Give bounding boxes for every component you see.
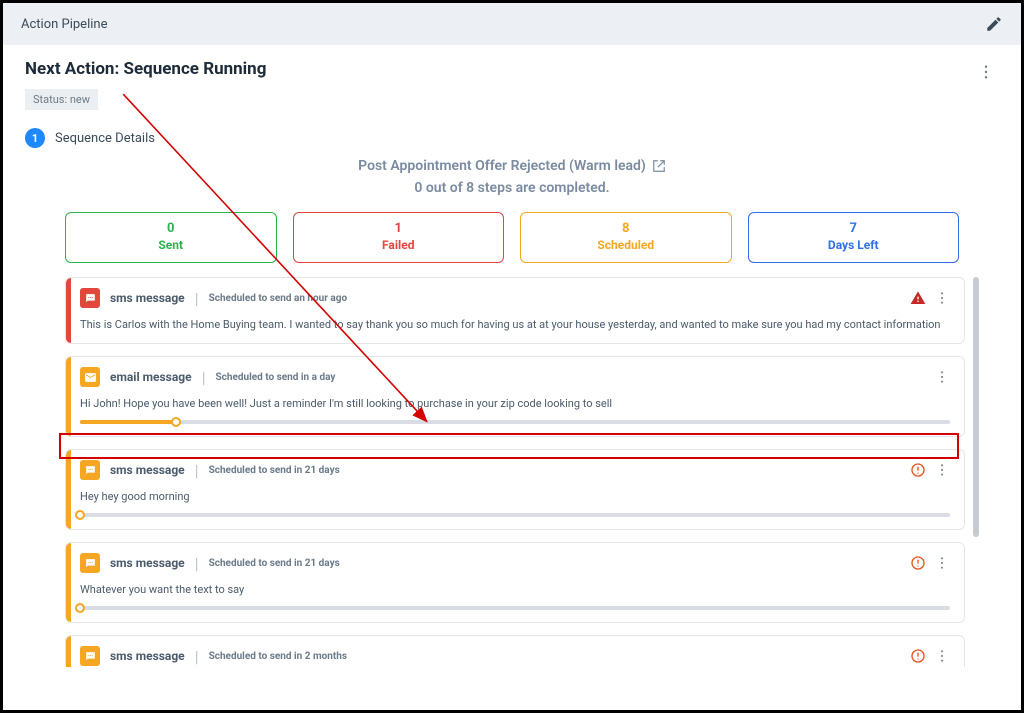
step-actions: [910, 290, 950, 306]
stat-scheduled: 8 Scheduled: [520, 212, 732, 263]
step-type-label: sms message: [110, 649, 185, 663]
step-header: sms message | Scheduled to send in 21 days: [80, 460, 950, 480]
stat-row: 0 Sent 1 Failed 8 Scheduled 7 Days Left: [65, 212, 959, 263]
sequence-subtitle: 0 out of 8 steps are completed.: [25, 180, 999, 196]
progress-knob: [75, 603, 85, 613]
step-type-label: sms message: [110, 463, 185, 477]
step-card[interactable]: email message | Scheduled to send in a day…: [65, 356, 965, 437]
step-actions: [910, 648, 950, 664]
step-schedule-label: Scheduled to send in 2 months: [209, 651, 347, 662]
stat-failed: 1 Failed: [293, 212, 505, 263]
more-icon[interactable]: [977, 63, 995, 81]
step-card[interactable]: sms message | Scheduled to send in 21 days…: [65, 542, 965, 623]
stat-label: Failed: [294, 238, 504, 252]
sms-icon: [80, 460, 100, 480]
step-card[interactable]: sms message | Scheduled to send in 21 days…: [65, 449, 965, 530]
accent-bar: [66, 357, 71, 436]
step-card[interactable]: sms message | Scheduled to send an hour ag…: [65, 277, 965, 344]
step-schedule-label: Scheduled to send in a day: [216, 372, 336, 383]
accent-bar: [66, 450, 71, 529]
step-body-text: Whatever you want the text to say: [80, 583, 950, 596]
step-actions: [910, 462, 950, 478]
status-chip: Status: new: [25, 89, 98, 110]
divider: |: [195, 647, 199, 666]
accent-bar: [66, 278, 71, 343]
more-icon[interactable]: [934, 369, 950, 385]
sms-icon: [80, 553, 100, 573]
sms-icon: [80, 646, 100, 666]
warning-circle-icon: [910, 648, 926, 664]
accent-bar: [66, 543, 71, 622]
divider: |: [202, 368, 206, 387]
accent-bar: [66, 636, 71, 667]
step-number-badge: 1: [25, 128, 45, 148]
warning-circle-icon: [910, 555, 926, 571]
more-icon[interactable]: [934, 462, 950, 478]
step-header: sms message | Scheduled to send in 21 days: [80, 553, 950, 573]
step-body-text: Hey hey good morning: [80, 490, 950, 503]
section-header: 1 Sequence Details: [25, 128, 999, 148]
divider: |: [195, 554, 199, 573]
stat-value: 1: [294, 221, 504, 236]
step-actions: [934, 369, 950, 385]
more-icon[interactable]: [934, 555, 950, 571]
step-body-text: This is Carlos with the Home Buying team…: [80, 318, 950, 331]
sequence-title: Post Appointment Offer Rejected (Warm le…: [358, 158, 646, 174]
progress-bar: [80, 513, 950, 517]
stat-label: Scheduled: [521, 238, 731, 252]
header-bar: Action Pipeline: [3, 3, 1021, 45]
step-type-label: sms message: [110, 556, 185, 570]
step-header: sms message | Scheduled to send an hour ag…: [80, 288, 950, 308]
stat-value: 0: [66, 221, 276, 236]
open-in-new-icon[interactable]: [652, 159, 666, 173]
step-schedule-label: Scheduled to send in 21 days: [209, 465, 340, 476]
step-card[interactable]: sms message | Scheduled to send in 2 month…: [65, 635, 965, 667]
steps-list: sms message | Scheduled to send an hour ag…: [65, 277, 979, 667]
section-label: Sequence Details: [55, 131, 155, 146]
step-header: sms message | Scheduled to send in 2 month…: [80, 646, 950, 666]
email-icon: [80, 367, 100, 387]
step-body-text: Hi John! Hope you have been well! Just a…: [80, 397, 950, 410]
header-title: Action Pipeline: [21, 17, 107, 32]
step-type-label: email message: [110, 370, 192, 384]
stat-label: Sent: [66, 238, 276, 252]
divider: |: [195, 461, 199, 480]
annotation-highlight-box: [59, 433, 959, 459]
progress-bar: [80, 420, 950, 424]
step-schedule-label: Scheduled to send in 21 days: [209, 558, 340, 569]
more-icon[interactable]: [934, 648, 950, 664]
divider: |: [195, 289, 199, 308]
progress-bar: [80, 606, 950, 610]
sms-icon: [80, 288, 100, 308]
more-icon[interactable]: [934, 290, 950, 306]
progress-knob: [75, 510, 85, 520]
next-action-heading: Next Action: Sequence Running: [25, 59, 999, 79]
step-actions: [910, 555, 950, 571]
warning-triangle-icon: [910, 290, 926, 306]
progress-knob: [171, 417, 181, 427]
stat-value: 7: [749, 221, 959, 236]
stat-sent: 0 Sent: [65, 212, 277, 263]
scrollbar[interactable]: [973, 277, 979, 537]
stat-label: Days Left: [749, 238, 959, 252]
stat-days-left: 7 Days Left: [748, 212, 960, 263]
step-schedule-label: Scheduled to send an hour ago: [209, 293, 348, 304]
edit-icon[interactable]: [985, 15, 1003, 33]
step-type-label: sms message: [110, 291, 185, 305]
warning-circle-icon: [910, 462, 926, 478]
stat-value: 8: [521, 221, 731, 236]
step-header: email message | Scheduled to send in a day: [80, 367, 950, 387]
